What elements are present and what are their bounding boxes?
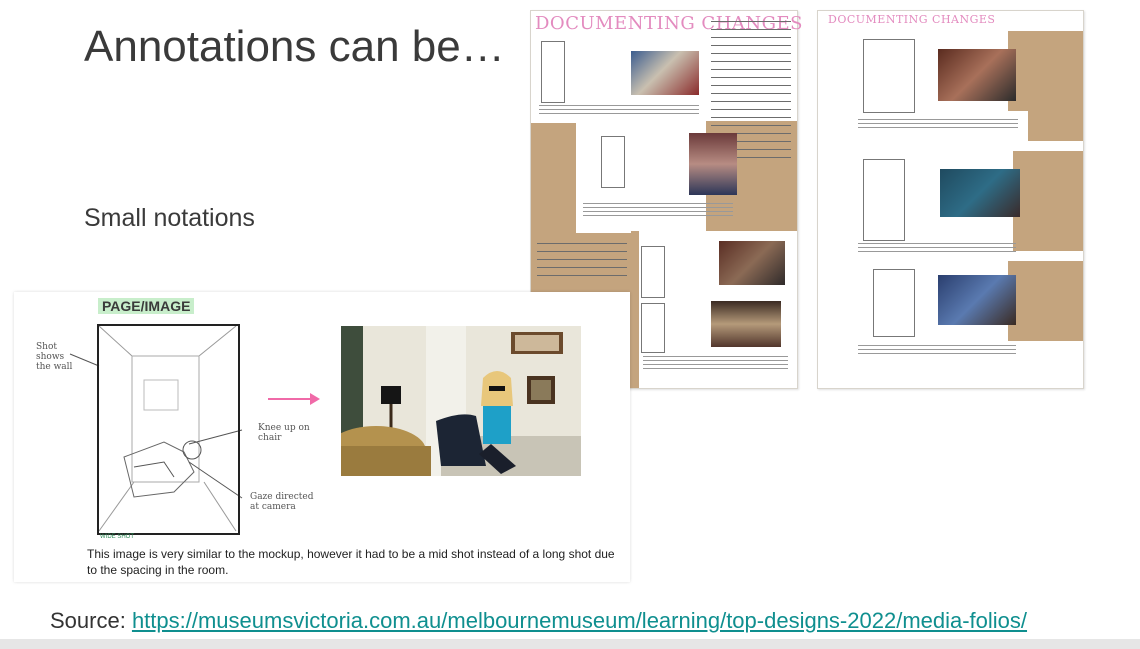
folio-text xyxy=(583,203,733,219)
kraft-paper-strip xyxy=(531,123,576,233)
annotation-leader xyxy=(69,353,100,367)
mockup-sketch xyxy=(873,269,915,337)
folio-text xyxy=(858,119,1018,131)
source-link[interactable]: https://museumsvictoria.com.au/melbourne… xyxy=(132,608,1027,633)
folio-photo xyxy=(938,275,1016,325)
mockup-sketch xyxy=(601,136,625,188)
folio-heading: DOCUMENTING CHANGES xyxy=(828,13,996,26)
folio-photo xyxy=(711,301,781,347)
note-gaze-camera: Gaze directed at camera xyxy=(250,492,314,512)
folio-photo xyxy=(719,241,785,285)
kraft-paper-strip xyxy=(631,231,639,388)
folio-photo xyxy=(938,49,1016,101)
mockup-sketch xyxy=(541,41,565,103)
folio-photo xyxy=(689,133,737,195)
arrow-head-icon xyxy=(310,393,320,405)
slide-subtitle: Small notations xyxy=(84,204,255,232)
folio-photo xyxy=(631,51,699,95)
slide-footer-bar xyxy=(0,639,1140,649)
kraft-paper-strip xyxy=(1028,111,1083,141)
kraft-paper-strip xyxy=(1008,261,1083,341)
photo-caption: This image is very similar to the mockup… xyxy=(87,547,615,577)
mockup-sketch xyxy=(863,159,905,241)
folio-text xyxy=(858,345,1016,357)
folio-text xyxy=(643,356,788,372)
mockup-sketch xyxy=(863,39,915,113)
folio-photo xyxy=(940,169,1020,217)
shot-type-label: WIDE SHOT xyxy=(100,534,134,540)
final-photo xyxy=(326,326,581,476)
slide-title: Annotations can be… xyxy=(84,22,505,71)
note-knee-on-chair: Knee up on chair xyxy=(258,423,310,443)
folio-page-2: DOCUMENTING CHANGES xyxy=(817,10,1084,389)
mockup-frame xyxy=(97,324,240,535)
source-prefix: Source: xyxy=(50,608,132,633)
handwritten-notes xyxy=(537,243,627,283)
note-shot-shows-wall: Shot shows the wall xyxy=(36,342,73,372)
photo-illustration xyxy=(326,326,581,476)
mockup-sketch xyxy=(641,246,665,298)
folio-text xyxy=(539,105,699,117)
mockup-sketch xyxy=(641,303,665,353)
folio-text xyxy=(858,243,1016,255)
kraft-paper-strip xyxy=(1013,151,1083,251)
kraft-paper-strip xyxy=(1008,31,1083,111)
zoomed-folio-page: PAGE/IMAGE Shot shows the wall Knee up o… xyxy=(14,292,630,582)
source-line: Source: https://museumsvictoria.com.au/m… xyxy=(50,608,1027,634)
